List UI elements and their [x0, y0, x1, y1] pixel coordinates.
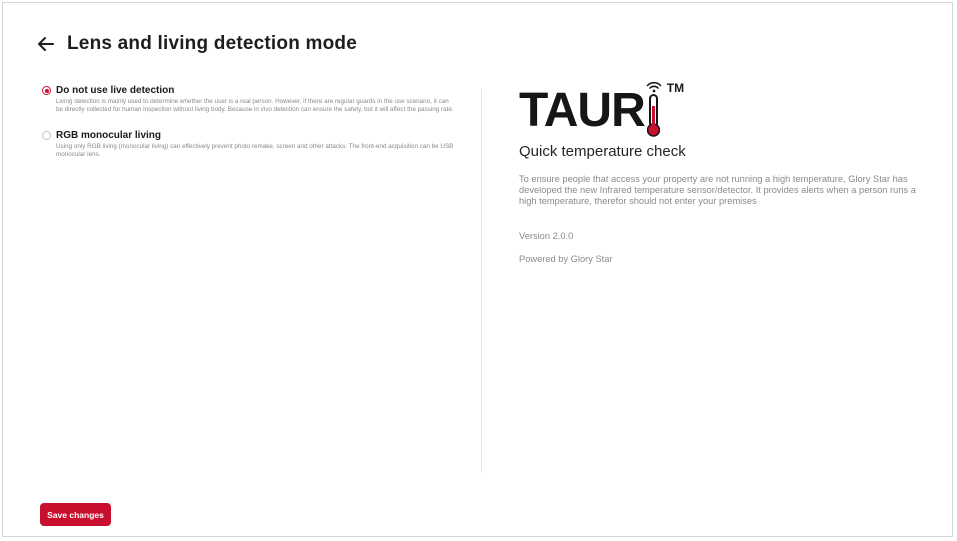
radio-button-checked[interactable] [42, 86, 51, 95]
option-label: Do not use live detection [56, 85, 175, 96]
vertical-divider [481, 89, 482, 473]
option-no-live-detection-radio[interactable]: Do not use live detection [42, 85, 452, 96]
brand-tagline: Quick temperature check [519, 143, 686, 160]
powered-by-text: Powered by Glory Star [519, 254, 613, 264]
option-description: Living detection is mainly used to deter… [56, 98, 454, 113]
option-label: RGB monocular living [56, 130, 162, 141]
brand-logo: TAUR TM [519, 81, 939, 139]
wifi-signal-icon [646, 81, 662, 93]
version-text: Version 2.0.0 [519, 231, 574, 241]
thermometer-icon [646, 94, 660, 137]
option-description: Using only RGB living (monocular living)… [56, 143, 454, 158]
radio-button-unchecked[interactable] [42, 131, 51, 140]
page-title: Lens and living detection mode [67, 33, 357, 54]
detection-mode-options: Do not use live detection Living detecti… [42, 85, 454, 175]
about-panel: TAUR TM Quick temperature check To ensur… [519, 81, 939, 264]
arrow-left-icon[interactable] [37, 36, 55, 52]
trademark-symbol: TM [666, 81, 685, 95]
logo-thermometer-mark [645, 81, 663, 143]
option-no-live-detection: Do not use live detection Living detecti… [42, 85, 454, 114]
page-header: Lens and living detection mode [37, 33, 357, 55]
brand-description: To ensure people that access your proper… [519, 174, 916, 206]
option-rgb-monocular-living: RGB monocular living Using only RGB livi… [42, 130, 453, 159]
settings-window: Lens and living detection mode Do not us… [2, 2, 953, 537]
save-changes-button[interactable]: Save changes [40, 503, 111, 526]
option-rgb-monocular-living-radio[interactable]: RGB monocular living [42, 130, 452, 141]
logo-wordmark: TAUR [519, 84, 646, 137]
